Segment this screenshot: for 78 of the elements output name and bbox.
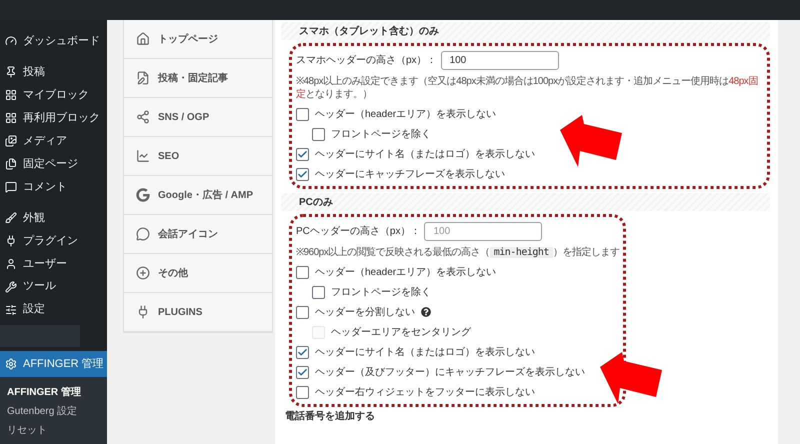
arrow-icon	[560, 115, 622, 167]
sidebar-item[interactable]: 再利用ブロック	[0, 106, 107, 130]
settings-menu-item[interactable]: 会話アイコン	[124, 215, 272, 254]
field-label: スマホヘッダーの高さ（px）：	[296, 54, 437, 68]
pages-icon	[5, 158, 17, 170]
height-field[interactable]: 100	[424, 222, 542, 240]
checkbox-label: ヘッダーを分割しない	[315, 306, 415, 320]
home-icon	[136, 32, 150, 46]
checkbox-label: フロントページを除く	[331, 128, 431, 142]
submenu-item[interactable]: Gutenberg 設定	[0, 402, 107, 421]
sidebar-item[interactable]: ユーザー	[0, 252, 107, 276]
checkbox-label: ヘッダー（headerエリア）を表示しない	[315, 108, 496, 122]
checkbox[interactable]	[296, 306, 309, 318]
plus-icon	[136, 266, 150, 280]
submenu-item[interactable]: リセット	[0, 420, 107, 440]
checkbox-label: ヘッダー（headerエリア）を表示しない	[315, 266, 496, 280]
settings-menu-item[interactable]: PLUGINS	[124, 293, 272, 332]
sidebar-item[interactable]: 外観	[0, 206, 107, 230]
sidebar-item[interactable]: AFFINGER 管理	[0, 351, 107, 377]
help-icon[interactable]	[421, 307, 431, 317]
checkbox-label: ヘッダー右ウィジェットをフッターに表示しない	[315, 386, 535, 400]
settings-menu-item[interactable]: SEO	[124, 137, 272, 176]
sidebar-item[interactable]: プラグイン	[0, 229, 107, 252]
checkbox[interactable]	[296, 386, 309, 398]
arrow-icon	[600, 352, 662, 404]
sidebar-item[interactable]: ダッシュボード	[0, 30, 107, 53]
user-icon	[5, 258, 17, 270]
checkbox[interactable]	[296, 266, 309, 278]
settings-icon	[5, 358, 17, 370]
comment-icon	[5, 180, 17, 193]
plug-icon	[136, 305, 150, 319]
edit-icon	[136, 71, 150, 85]
submenu-item[interactable]: AFFINGER 管理	[0, 382, 107, 402]
field-label: PCヘッダーの高さ（px）：	[296, 224, 420, 238]
height-field[interactable]: 100	[440, 50, 559, 70]
brush-icon	[5, 212, 17, 224]
note-text: ※960px以上の閲覧で反映される最低の高さ（ min-height ）を指定します	[296, 246, 620, 260]
share-icon	[136, 110, 150, 124]
checkbox[interactable]	[312, 128, 325, 140]
sidebar-item[interactable]: 投稿	[0, 60, 107, 84]
sidebar-item[interactable]: 設定	[0, 298, 107, 322]
settings-menu-item[interactable]: SNS / OGP	[124, 98, 272, 137]
section-heading: PCのみ	[281, 193, 770, 211]
note-text: ※48px以上のみ設定できます（空又は48px未満の場合は100pxが設定されます・追加メニュー使用時は48px固定となります。）	[296, 74, 759, 102]
checkbox-label: ヘッダーにサイト名（またはロゴ）を表示しない	[315, 346, 535, 360]
grid-icon	[5, 89, 17, 102]
sliders-icon	[5, 304, 17, 316]
checkbox-label: フロントページを除く	[331, 286, 431, 300]
checkbox[interactable]	[312, 286, 325, 298]
settings-menu-item[interactable]: トップページ	[124, 20, 272, 59]
checkbox[interactable]	[296, 168, 309, 180]
sidebar-item[interactable]: コメント	[0, 176, 107, 198]
checkbox-label: ヘッダー（及びフッター）にキャッチフレーズを表示しない	[315, 366, 585, 380]
images-icon	[5, 135, 17, 148]
sidebar-item[interactable]: 固定ページ	[0, 152, 107, 176]
sidebar-item[interactable]: メディア	[0, 130, 107, 153]
checkbox[interactable]	[296, 346, 309, 358]
line-chart-icon	[136, 149, 150, 163]
gauge-icon	[5, 35, 17, 48]
checkbox[interactable]	[296, 148, 309, 160]
wrench-icon	[5, 280, 17, 293]
plug-icon	[5, 234, 17, 247]
google-icon	[136, 188, 150, 202]
sidebar-item[interactable]: マイブロック	[0, 84, 107, 107]
checkbox[interactable]	[296, 366, 309, 378]
sidebar-item[interactable]: ツール	[0, 275, 107, 298]
grid-icon	[5, 112, 17, 124]
checkbox-label: ヘッダーエリアをセンタリング	[331, 326, 471, 340]
checkbox[interactable]	[296, 108, 309, 120]
checkbox-label: ヘッダーにキャッチフレーズを表示しない	[315, 168, 505, 182]
section-heading: スマホ（タブレット含む）のみ	[281, 22, 770, 40]
checkbox-label: ヘッダーにサイト名（またはロゴ）を表示しない	[315, 148, 535, 162]
settings-menu-item[interactable]: Google・広告 / AMP	[124, 176, 272, 215]
section-heading: 電話番号を追加する	[284, 410, 376, 424]
pin-icon	[5, 66, 17, 78]
settings-menu-item[interactable]: 投稿・固定記事	[124, 59, 272, 98]
speech-bubble-icon	[136, 227, 150, 241]
settings-menu-item[interactable]: その他	[124, 254, 272, 293]
